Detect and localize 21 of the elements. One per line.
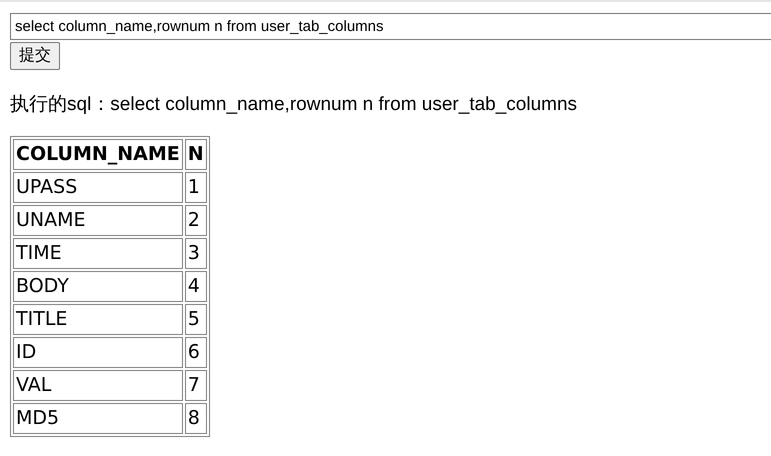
column-header: N	[184, 139, 207, 170]
table-cell: 4	[184, 271, 207, 302]
table-cell: BODY	[13, 271, 183, 302]
table-cell: 8	[184, 403, 207, 434]
table-cell: UNAME	[13, 205, 183, 236]
table-cell: 2	[184, 205, 207, 236]
column-header: COLUMN_NAME	[13, 139, 183, 170]
table-cell: MD5	[13, 403, 183, 434]
table-cell: UPASS	[13, 172, 183, 203]
table-cell: 3	[184, 238, 207, 269]
table-cell: TITLE	[13, 304, 183, 335]
table-cell: 7	[184, 370, 207, 401]
table-cell: TIME	[13, 238, 183, 269]
table-cell: 5	[184, 304, 207, 335]
table-cell: 6	[184, 337, 207, 368]
query-field[interactable]: select column_name,rownum n from user_tab_columns	[10, 13, 771, 40]
executed-sql-text: 执行的sql：select column_name,rownum n from user_tab_columns	[10, 93, 578, 117]
table-cell: 1	[184, 172, 207, 203]
table-cell: ID	[13, 337, 183, 368]
submit-button[interactable]: 提交	[10, 42, 60, 70]
table-cell: VAL	[13, 370, 183, 401]
